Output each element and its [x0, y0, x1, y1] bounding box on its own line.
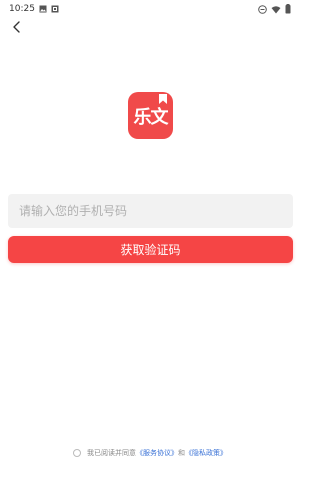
wifi-icon	[271, 5, 281, 14]
agreement-conjunction: 和	[178, 449, 185, 457]
minus-circle-icon	[258, 4, 267, 14]
agreement-prefix: 我已阅读并同意	[87, 449, 136, 457]
chevron-left-icon	[12, 18, 22, 37]
status-time: 10:25	[9, 4, 35, 14]
notification-icon	[51, 5, 59, 13]
back-button[interactable]	[8, 18, 26, 36]
app-logo: 乐文	[128, 92, 173, 139]
agreement-radio[interactable]	[73, 449, 81, 457]
service-agreement-link[interactable]: 《服务协议》	[136, 448, 178, 458]
battery-icon	[285, 4, 291, 14]
get-verification-code-label: 获取验证码	[120, 243, 181, 257]
status-bar: 10:25	[0, 0, 300, 18]
phone-input[interactable]	[8, 194, 293, 228]
get-verification-code-button[interactable]: 获取验证码	[8, 236, 293, 263]
status-right	[258, 4, 291, 14]
image-icon	[39, 5, 47, 13]
status-left: 10:25	[9, 4, 59, 14]
app-logo-text: 乐文	[133, 106, 169, 128]
privacy-policy-link[interactable]: 《隐私政策》	[185, 448, 227, 458]
agreement: 我已阅读并同意 《服务协议》 和 《隐私政策》	[0, 446, 300, 460]
